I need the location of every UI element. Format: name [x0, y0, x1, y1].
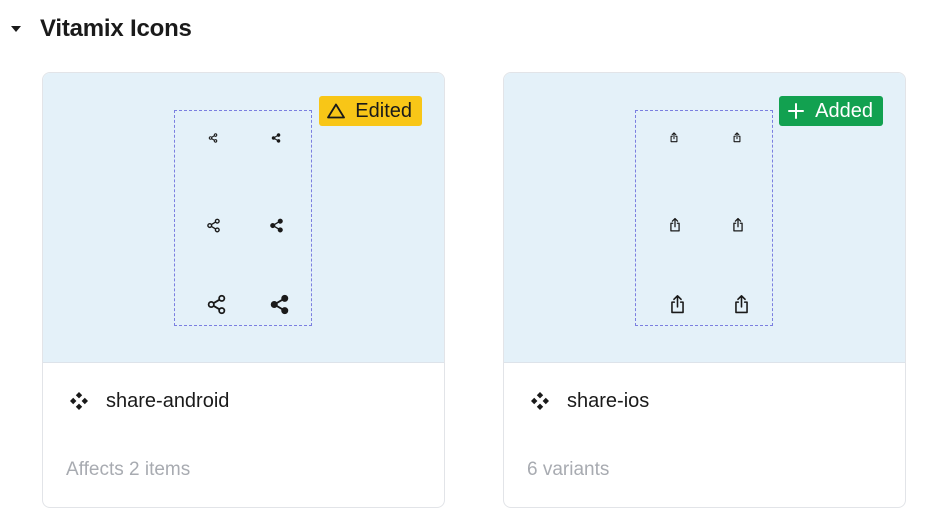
card-meta: Affects 2 items	[66, 459, 191, 480]
badge-label: Added	[815, 99, 873, 122]
share-ios-icon	[729, 292, 753, 316]
share-ios-icon	[730, 130, 744, 144]
variant-frame	[174, 110, 312, 326]
share-ios-icon	[729, 216, 747, 234]
component-name-row: share-android	[68, 389, 229, 413]
card-meta: 6 variants	[527, 459, 610, 480]
status-badge-added: Added	[779, 96, 883, 126]
share-ios-icon	[666, 216, 684, 234]
share-android-icon	[206, 131, 220, 145]
variant-frame	[635, 110, 773, 326]
share-android-icon	[269, 131, 283, 145]
share-android-icon	[204, 292, 228, 316]
section-header[interactable]: Vitamix Icons	[10, 12, 192, 46]
share-android-icon	[267, 292, 291, 316]
component-card-share-android[interactable]: Edited share-android Affects 2 items	[42, 72, 445, 508]
warning-triangle-icon	[327, 102, 346, 120]
component-icon	[529, 390, 551, 412]
badge-label: Edited	[355, 99, 412, 122]
share-android-icon	[204, 216, 222, 234]
component-name-row: share-ios	[529, 389, 649, 413]
component-icon	[68, 390, 90, 412]
card-preview: Added	[504, 73, 905, 363]
component-name: share-ios	[567, 389, 650, 412]
card-preview: Edited	[43, 73, 444, 363]
share-android-icon	[267, 216, 285, 234]
status-badge-edited: Edited	[319, 96, 422, 126]
share-ios-icon	[665, 292, 689, 316]
caret-down-icon[interactable]	[10, 23, 22, 35]
section-title: Vitamix Icons	[40, 15, 192, 42]
share-ios-icon	[667, 130, 681, 144]
component-name: share-android	[106, 389, 230, 412]
component-card-share-ios[interactable]: Added share-ios 6 variants	[503, 72, 906, 508]
plus-icon	[787, 102, 805, 120]
